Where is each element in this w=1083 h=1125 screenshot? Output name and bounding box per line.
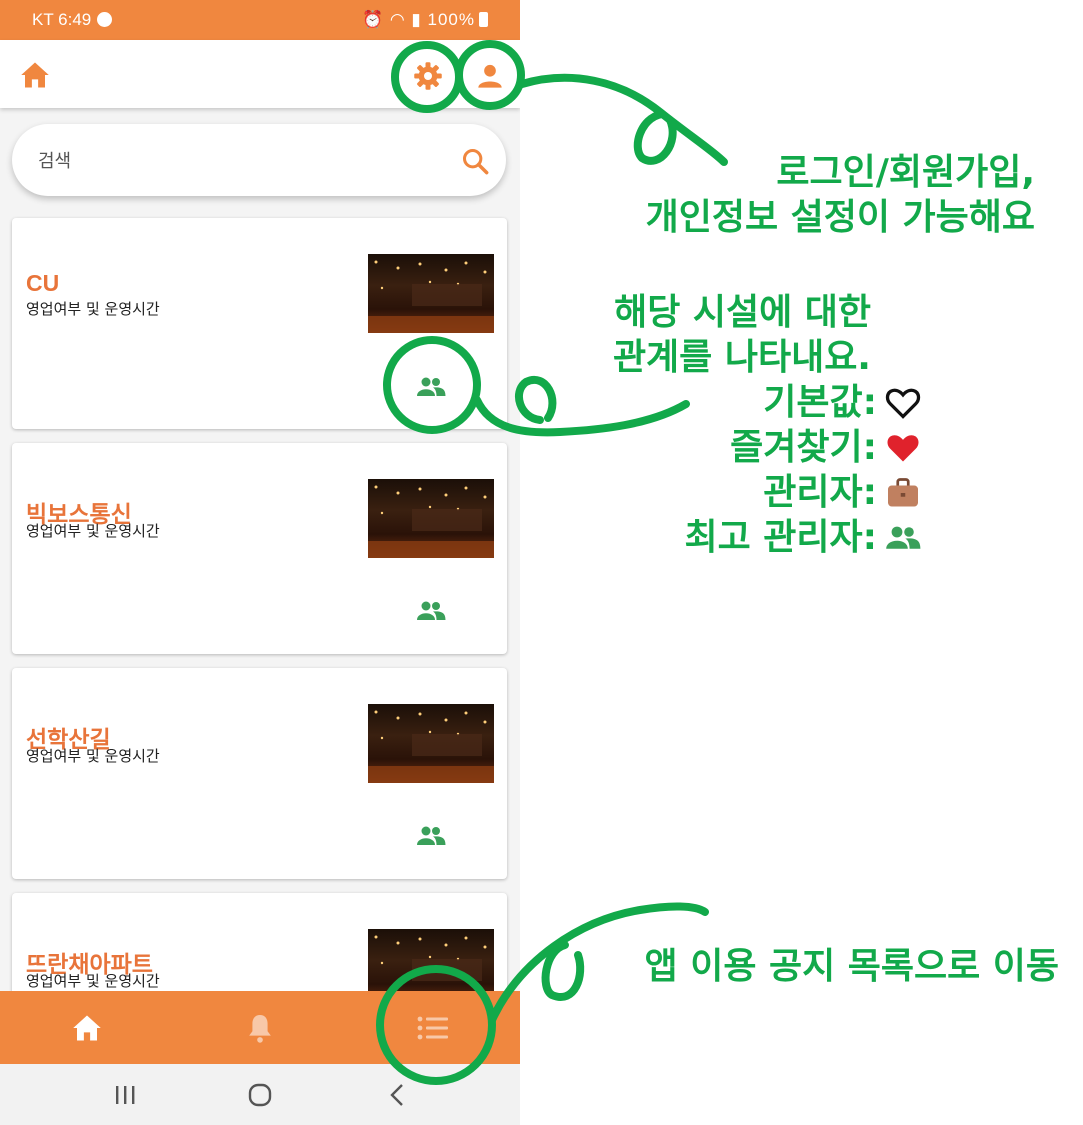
legend-manager-label: 관리자:	[763, 472, 877, 513]
search-icon[interactable]	[460, 146, 490, 176]
phone-screen: KT 6:49 ⏰ ◠ ▮ 100% 검색 CU 영업여부 및 운영시간 빅보스…	[0, 0, 520, 1125]
facility-status: 영업여부 및 운영시간	[26, 522, 160, 540]
facility-thumbnail	[368, 704, 494, 783]
account-annotation-line1: 로그인/회원가입,	[776, 152, 1035, 193]
relation-annotation: 해당 시설에 대한 관계를 나타내요.	[613, 290, 871, 380]
facility-status: 영업여부 및 운영시간	[26, 747, 160, 765]
legend-favorite-label: 즐겨찾기:	[730, 427, 877, 468]
heart-red-icon	[885, 430, 921, 466]
home-circle-icon[interactable]	[245, 1080, 275, 1110]
facility-thumbnail	[368, 254, 494, 333]
wifi-icon: ◠	[389, 10, 406, 29]
settings-gear-icon[interactable]	[410, 58, 446, 94]
battery-icon	[479, 12, 488, 27]
signal-icon: ▮	[411, 10, 422, 29]
legend-super-manager-label: 최고 관리자:	[684, 517, 877, 558]
facility-thumbnail	[368, 479, 494, 558]
bottom-navigation	[0, 991, 520, 1064]
facility-card[interactable]: CU 영업여부 및 운영시간	[12, 218, 507, 429]
account-person-icon[interactable]	[472, 58, 508, 94]
search-input[interactable]	[36, 142, 440, 180]
account-annotation: 로그인/회원가입, 개인정보 설정이 가능해요	[646, 150, 1035, 240]
top-app-bar	[0, 40, 520, 108]
relation-annotation-line1: 해당 시설에 대한	[614, 292, 871, 333]
search-bar	[12, 124, 506, 196]
system-navigation	[0, 1064, 520, 1125]
group-people-icon[interactable]	[416, 376, 446, 398]
recent-apps-icon[interactable]	[110, 1082, 140, 1108]
home-icon[interactable]	[18, 58, 52, 92]
nav-home-icon[interactable]	[71, 1013, 103, 1043]
status-left: KT 6:49	[32, 10, 113, 30]
relation-legend: 기본값: 즐겨찾기: 관리자: 최고 관리자:	[684, 380, 921, 560]
group-people-icon	[885, 520, 921, 556]
legend-default-label: 기본값:	[763, 382, 877, 423]
carrier-time: KT 6:49	[32, 10, 92, 29]
group-people-icon[interactable]	[416, 825, 446, 847]
legend-favorite: 즐겨찾기:	[684, 425, 921, 470]
facility-card[interactable]: 선학산길 영업여부 및 운영시간	[12, 668, 507, 879]
message-icon	[97, 12, 113, 27]
facility-status: 영업여부 및 운영시간	[26, 300, 160, 318]
facility-card[interactable]: 빅보스통신 영업여부 및 운영시간	[12, 443, 507, 654]
briefcase-icon	[885, 475, 921, 511]
back-chevron-icon[interactable]	[382, 1080, 412, 1110]
relation-annotation-line2: 관계를 나타내요.	[612, 337, 871, 378]
legend-manager: 관리자:	[684, 470, 921, 515]
bell-icon[interactable]	[245, 1011, 275, 1045]
list-icon[interactable]	[416, 1013, 450, 1043]
battery-percent: 100%	[427, 10, 475, 29]
status-bar: KT 6:49 ⏰ ◠ ▮ 100%	[0, 0, 520, 40]
notice-annotation: 앱 이용 공지 목록으로 이동	[644, 946, 1059, 987]
alarm-icon: ⏰	[361, 10, 385, 29]
legend-super-manager: 최고 관리자:	[684, 515, 921, 560]
heart-outline-icon	[885, 385, 921, 421]
facility-name: CU	[26, 270, 60, 296]
legend-default: 기본값:	[684, 380, 921, 425]
group-people-icon[interactable]	[416, 600, 446, 622]
status-right: ⏰ ◠ ▮ 100%	[362, 10, 488, 30]
facility-status: 영업여부 및 운영시간	[26, 972, 160, 990]
account-annotation-line2: 개인정보 설정이 가능해요	[645, 197, 1035, 238]
